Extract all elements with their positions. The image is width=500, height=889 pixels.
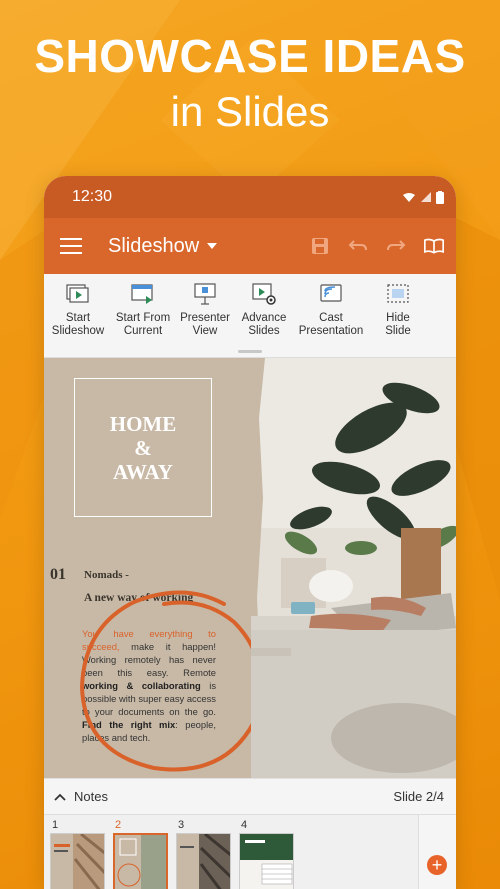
slide-text-panel: HOME & AWAY 01 Nomads - A new way of wor…: [44, 358, 263, 778]
signal-icon: [421, 191, 431, 202]
workspace-photo-illustration: [251, 358, 456, 778]
hide-slide-icon: [384, 282, 412, 306]
presenter-view-icon: [191, 282, 219, 306]
status-bar: 12:30: [44, 176, 456, 218]
advance-slides-icon: [250, 282, 278, 306]
mode-dropdown[interactable]: Slideshow: [108, 234, 218, 258]
cast-presentation-button[interactable]: Cast Presentation: [296, 282, 366, 357]
undo-icon[interactable]: [348, 236, 368, 256]
thumbnail-image: [113, 833, 168, 889]
slide-title-box[interactable]: HOME & AWAY: [74, 378, 212, 517]
wifi-icon: [403, 192, 415, 202]
slide-thumbnails: 1 2 3 4 +: [44, 814, 456, 889]
advance-slides-button[interactable]: Advance Slides: [232, 282, 296, 357]
notes-bar[interactable]: Notes Slide 2/4: [44, 778, 456, 814]
ink-circle-annotation: [79, 590, 263, 772]
section-heading: Nomads -: [84, 569, 129, 581]
slide-canvas[interactable]: HOME & AWAY 01 Nomads - A new way of wor…: [44, 358, 456, 778]
read-mode-icon[interactable]: [424, 236, 444, 256]
add-slide-button[interactable]: +: [427, 855, 447, 875]
start-from-current-icon: [129, 282, 157, 306]
thumbnail-slide-4[interactable]: 4: [239, 815, 302, 889]
hero-heading: SHOWCASE IDEAS in Slides: [0, 30, 500, 138]
notes-label: Notes: [74, 789, 108, 804]
cast-icon: [317, 282, 345, 306]
start-from-current-button[interactable]: Start From Current: [108, 282, 178, 357]
ribbon-toolbar: Start Slideshow Start From Current Prese…: [44, 274, 456, 358]
phone-frame: 12:30 Slideshow Start Slideshow Start Fr…: [44, 176, 456, 889]
start-slideshow-icon: [64, 282, 92, 306]
hide-slide-button[interactable]: Hide Slide: [366, 282, 430, 357]
status-time: 12:30: [72, 188, 113, 205]
thumbnail-image: [239, 833, 294, 889]
ribbon-drag-handle[interactable]: [238, 350, 262, 353]
slide-photo: [251, 358, 456, 778]
hamburger-menu-icon[interactable]: [60, 238, 82, 254]
mode-title: Slideshow: [108, 234, 200, 257]
slide-indicator: Slide 2/4: [393, 789, 444, 804]
dropdown-caret-icon: [207, 243, 218, 249]
app-bar: Slideshow: [44, 218, 456, 274]
presenter-view-button[interactable]: Presenter View: [178, 282, 232, 357]
hero-title: SHOWCASE IDEAS: [34, 30, 466, 82]
thumbnail-image: [176, 833, 231, 889]
start-slideshow-button[interactable]: Start Slideshow: [48, 282, 108, 357]
thumbnail-slide-2[interactable]: 2: [113, 815, 176, 889]
thumbnail-side-panel: +: [418, 815, 456, 889]
section-number: 01: [50, 566, 66, 583]
battery-icon: [436, 190, 444, 204]
thumbnail-slide-1[interactable]: 1: [50, 815, 113, 889]
hero-subtitle: in Slides: [170, 88, 330, 135]
thumbnail-slide-3[interactable]: 3: [176, 815, 239, 889]
redo-icon[interactable]: [386, 236, 406, 256]
chevron-up-icon[interactable]: [54, 789, 66, 804]
thumbnail-image: [50, 833, 105, 889]
save-icon[interactable]: [310, 236, 330, 256]
